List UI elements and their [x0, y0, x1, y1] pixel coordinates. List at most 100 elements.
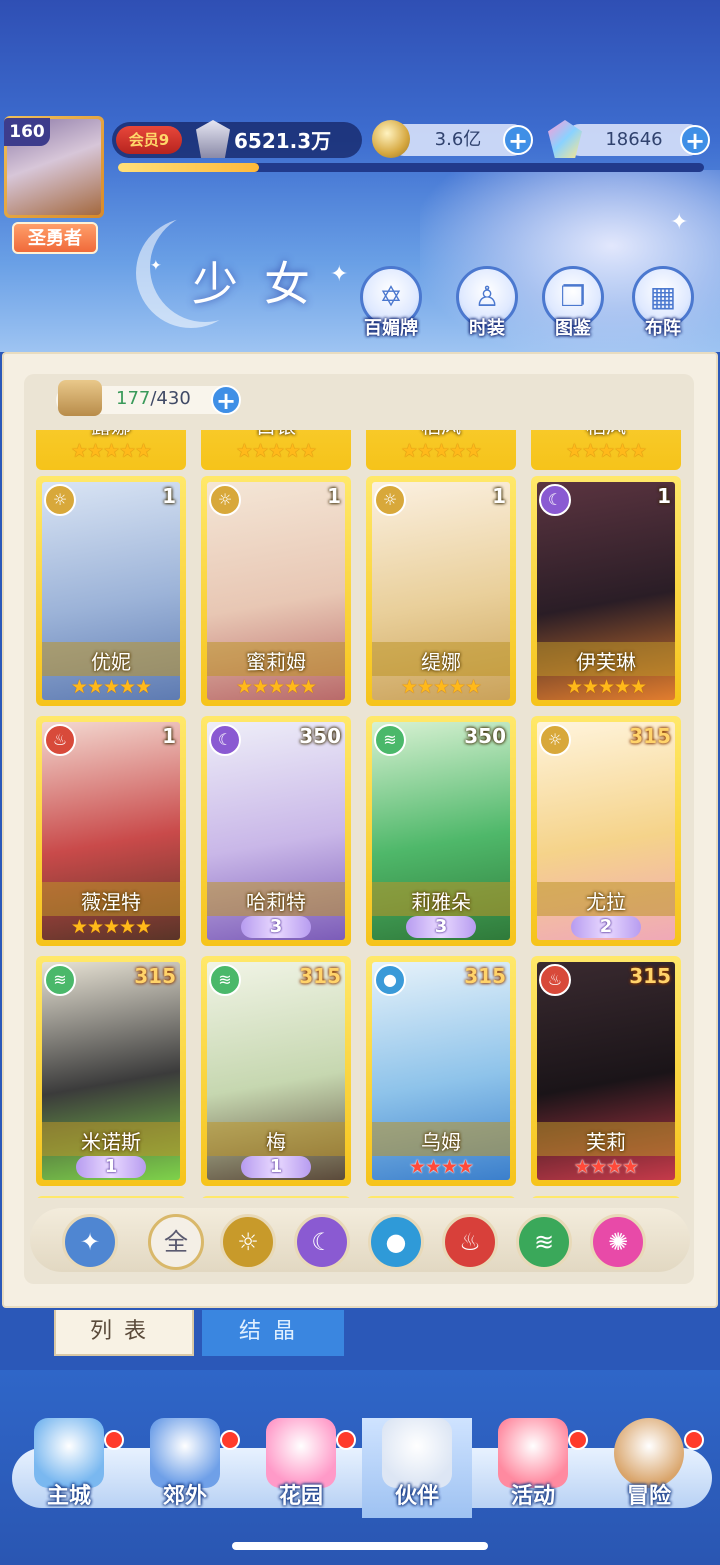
awaken-wing-badge: 1 [76, 1156, 146, 1178]
func-button-formation[interactable]: ▦ 布阵 [628, 266, 698, 340]
filter-star-icon[interactable]: ✺ [590, 1214, 646, 1270]
inventory-max: /430 [150, 388, 191, 409]
partner-card-partial[interactable]: ★★★★★稻风 [531, 430, 681, 470]
partner-name: 米诺斯 [81, 1130, 141, 1154]
vip-badge[interactable]: 会员9 [116, 126, 182, 154]
filter-all-button[interactable]: 全 [148, 1214, 204, 1270]
partner-card[interactable]: ≋ 350 莉雅朵 3 [366, 716, 516, 946]
filter-water-icon[interactable]: ● [368, 1214, 424, 1270]
rank-stars: ★★★★★ [235, 676, 317, 698]
partner-card[interactable]: ● 315 乌姆 ★★★★ [366, 956, 516, 1186]
home-indicator [232, 1542, 488, 1550]
partner-card-partial[interactable]: ★★★★★白银 [201, 430, 351, 470]
rank-stars: ★★★★★ [70, 916, 152, 938]
shard-count: 315 [134, 964, 176, 988]
nav-label: 伙伴 [394, 1484, 439, 1509]
notification-dot [336, 1430, 356, 1450]
partner-card-partial[interactable] [366, 1196, 516, 1198]
wind-element-icon: ≋ [44, 964, 76, 996]
partner-card-partial[interactable] [531, 1196, 681, 1198]
partner-card-partial[interactable] [36, 1196, 186, 1198]
tab-crystal[interactable]: 结晶 [202, 1310, 344, 1356]
partner-card[interactable]: ☾ 1 伊芙琳 ★★★★★ [531, 476, 681, 706]
awaken-wing-badge: 1 [241, 1156, 311, 1178]
partner-card-partial[interactable]: ★★★★★稻风 [366, 430, 516, 470]
partner-name: 露娜 [42, 430, 180, 439]
partner-name: 白银 [207, 430, 345, 439]
notification-dot [104, 1430, 124, 1450]
moon-element-icon: ☾ [539, 484, 571, 516]
partner-card[interactable]: ☼ 1 缇娜 ★★★★★ [366, 476, 516, 706]
rank-stars: ★★★★★ [400, 440, 482, 462]
expand-inventory-button[interactable]: + [211, 385, 241, 415]
partner-name: 哈莉特 [246, 890, 306, 914]
light-element-icon: ☼ [374, 484, 406, 516]
water-element-icon: ● [374, 964, 406, 996]
gold-coin-icon [372, 120, 410, 158]
player-level: 160 [4, 118, 50, 146]
shard-count: 315 [629, 964, 671, 988]
add-gold-button[interactable]: + [503, 125, 533, 155]
rank-stars: ★★★★ [573, 1156, 639, 1178]
partner-card[interactable]: ♨ 1 薇涅特 ★★★★★ [36, 716, 186, 946]
partner-card[interactable]: ☾ 350 哈莉特 3 [201, 716, 351, 946]
shard-count: 315 [629, 724, 671, 748]
partner-name: 薇涅特 [81, 890, 141, 914]
exp-fill [118, 163, 259, 172]
power-value: 6521.3万 [234, 129, 332, 153]
nav-label: 郊外 [162, 1484, 207, 1509]
inventory-bag-icon [58, 380, 102, 416]
func-button-card[interactable]: ✡ 百媚牌 [356, 266, 426, 340]
rank-stars: ★★★★★ [400, 676, 482, 698]
func-label: 布阵 [645, 318, 681, 339]
partner-card[interactable]: ≋ 315 米诺斯 1 [36, 956, 186, 1186]
fire-element-icon: ♨ [44, 724, 76, 756]
awaken-wing-badge: 3 [406, 916, 476, 938]
notification-dot [220, 1430, 240, 1450]
partner-card[interactable]: ☼ 315 尤拉 2 [531, 716, 681, 946]
filter-light-icon[interactable]: ☼ [220, 1214, 276, 1270]
partner-card-partial[interactable]: ★★★★★露娜 [36, 430, 186, 470]
notification-dot [684, 1430, 704, 1450]
nav-label: 冒险 [626, 1484, 671, 1509]
partner-name: 稻风 [537, 430, 675, 439]
partner-card[interactable]: ♨ 315 芙莉 ★★★★ [531, 956, 681, 1186]
partner-card[interactable]: ☼ 1 蜜莉姆 ★★★★★ [201, 476, 351, 706]
partner-name: 伊芙琳 [576, 650, 636, 674]
func-label: 图鉴 [555, 318, 591, 339]
shard-count: 315 [464, 964, 506, 988]
nav-item-3[interactable]: 伙伴 [362, 1418, 472, 1518]
partner-name: 梅 [266, 1130, 286, 1154]
partner-name: 芙莉 [586, 1130, 626, 1154]
tab-list[interactable]: 列表 [54, 1310, 194, 1356]
func-button-codex[interactable]: ❐ 图鉴 [538, 266, 608, 340]
shard-count: 1 [162, 484, 176, 508]
partner-card[interactable]: ≋ 315 梅 1 [201, 956, 351, 1186]
partner-name: 尤拉 [586, 890, 626, 914]
notification-dot [568, 1430, 588, 1450]
nav-label: 花园 [278, 1484, 323, 1509]
add-gem-button[interactable]: + [680, 125, 710, 155]
func-button-costume[interactable]: ♙ 时装 [452, 266, 522, 340]
filter-moon-icon[interactable]: ☾ [294, 1214, 350, 1270]
partner-card[interactable]: ☼ 1 优妮 ★★★★★ [36, 476, 186, 706]
shard-count: 1 [657, 484, 671, 508]
rank-stars: ★★★★★ [565, 440, 647, 462]
shard-count: 315 [299, 964, 341, 988]
func-label: 百媚牌 [364, 318, 418, 339]
partner-card-grid[interactable]: ★★★★★露娜★★★★★白银★★★★★稻风★★★★★稻风☼1优妮★★★★★☼1蜜… [36, 430, 686, 1198]
partner-card-partial[interactable] [201, 1196, 351, 1198]
light-element-icon: ☼ [44, 484, 76, 516]
rank-stars: ★★★★ [408, 1156, 474, 1178]
page-title: 少女 [192, 257, 336, 311]
player-title-badge[interactable]: 圣勇者 [12, 222, 98, 254]
awaken-wing-badge: 3 [241, 916, 311, 938]
inventory-count: 177/430 [116, 388, 191, 409]
filter-wing-icon[interactable]: ✦ [62, 1214, 118, 1270]
star-decoration: ✦ [150, 258, 162, 274]
partner-name: 蜜莉姆 [246, 650, 306, 674]
filter-wind-icon[interactable]: ≋ [516, 1214, 572, 1270]
awaken-wing-badge: 2 [571, 916, 641, 938]
filter-fire-icon[interactable]: ♨ [442, 1214, 498, 1270]
nav-label: 活动 [510, 1484, 555, 1509]
